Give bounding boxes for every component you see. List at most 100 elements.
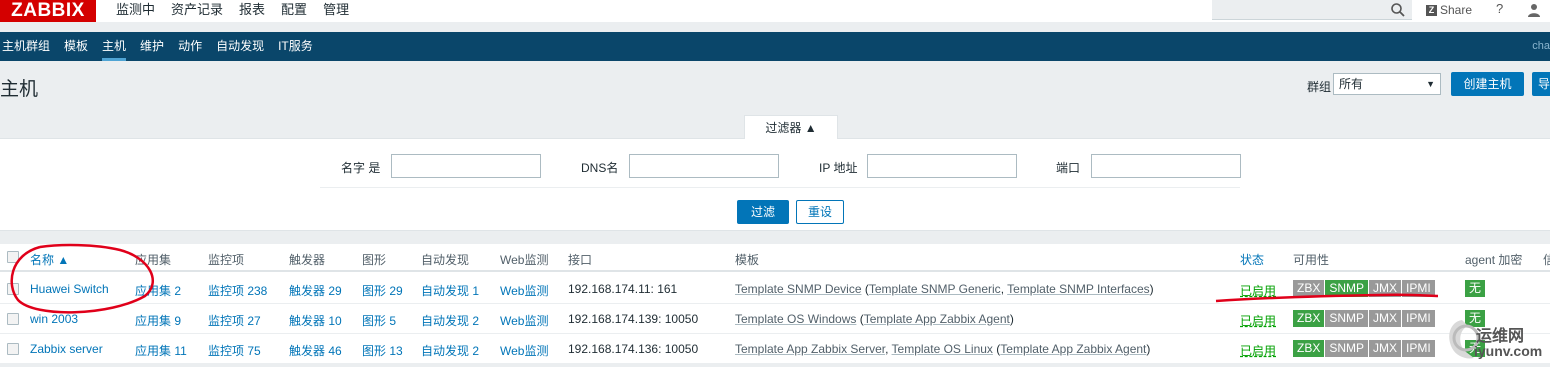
zbx-badge: ZBX <box>1293 340 1325 357</box>
submenu-templates[interactable]: 模板 <box>57 32 95 61</box>
submenu-host-groups[interactable]: 主机群组 <box>0 32 57 61</box>
share-label: Share <box>1440 3 1473 17</box>
filter-tab[interactable]: 过滤器 ▲ <box>744 115 838 139</box>
site-watermark: 运维网 iyunv.com <box>1444 316 1550 364</box>
import-button[interactable]: 导 <box>1532 72 1550 96</box>
discovery-link[interactable]: 自动发现 2 <box>421 312 479 329</box>
menu-configuration[interactable]: 配置 <box>273 0 315 22</box>
submenu-discovery[interactable]: 自动发现 <box>209 32 271 61</box>
applications-link[interactable]: 应用集 9 <box>135 312 181 329</box>
group-label: 群组 <box>1307 80 1332 94</box>
row-checkbox[interactable] <box>7 313 19 325</box>
templates-cell: Template OS Windows (Template App Zabbix… <box>735 312 1014 326</box>
items-link[interactable]: 监控项 75 <box>208 342 261 359</box>
submenu-hosts[interactable]: 主机 <box>95 32 133 61</box>
graphs-link[interactable]: 图形 5 <box>362 312 396 329</box>
availability-badges: ZBX SNMP JMX IPMI <box>1293 280 1435 297</box>
host-name-link[interactable]: Zabbix server <box>30 342 103 356</box>
column-availability: 可用性 <box>1293 253 1330 267</box>
group-select[interactable]: 所有 ▼ <box>1333 73 1441 95</box>
hosts-table: 名称 ▲ 应用集 监控项 触发器 图形 自动发现 Web监测 接口 模板 状态 … <box>0 244 1550 364</box>
column-status[interactable]: 状态 <box>1240 251 1264 268</box>
templates-cell: Template App Zabbix Server, Template OS … <box>735 342 1150 356</box>
table-header: 名称 ▲ 应用集 监控项 触发器 图形 自动发现 Web监测 接口 模板 状态 … <box>0 244 1550 272</box>
row-checkbox[interactable] <box>7 283 19 295</box>
column-applications: 应用集 <box>135 253 172 267</box>
row-checkbox[interactable] <box>7 343 19 355</box>
snmp-badge: SNMP <box>1325 280 1369 297</box>
create-host-button[interactable]: 创建主机 <box>1451 72 1524 96</box>
sub-menu: 主机群组 模板 主机 维护 动作 自动发现 IT服务 <box>0 32 320 61</box>
web-link[interactable]: Web监测 <box>500 342 548 359</box>
items-link[interactable]: 监控项 27 <box>208 312 261 329</box>
ip-filter-input[interactable] <box>867 154 1017 178</box>
template-paren: ( <box>861 282 869 296</box>
zabbix-logo[interactable]: ZABBIX <box>0 0 96 22</box>
share-link[interactable]: Z Share <box>1426 2 1472 18</box>
column-templates: 模板 <box>735 253 760 267</box>
menu-reports[interactable]: 报表 <box>231 0 273 22</box>
table-row: win 2003 应用集 9 监控项 27 触发器 10 图形 5 自动发现 2… <box>0 304 1550 334</box>
discovery-link[interactable]: 自动发现 2 <box>421 342 479 359</box>
web-link[interactable]: Web监测 <box>500 282 548 299</box>
host-name-link[interactable]: Huawei Switch <box>30 282 109 296</box>
table-row: Zabbix server 应用集 11 监控项 75 触发器 46 图形 13… <box>0 334 1550 364</box>
jmx-badge: JMX <box>1369 310 1402 327</box>
template-paren: ) <box>1149 282 1154 296</box>
help-button[interactable]: ? <box>1496 1 1503 16</box>
submenu-it-services[interactable]: IT服务 <box>271 32 320 61</box>
template-paren: ) <box>1146 342 1151 356</box>
status-toggle[interactable]: 已启用 <box>1240 312 1276 329</box>
column-name[interactable]: 名称 ▲ <box>30 251 69 268</box>
name-filter-input[interactable] <box>391 154 541 178</box>
template-link[interactable]: Template App Zabbix Server <box>735 342 885 356</box>
menu-administration[interactable]: 管理 <box>315 0 357 22</box>
column-graphs: 图形 <box>362 253 387 267</box>
search-input[interactable] <box>1212 0 1412 20</box>
web-link[interactable]: Web监测 <box>500 312 548 329</box>
template-link[interactable]: Template SNMP Interfaces <box>1007 282 1150 296</box>
ipmi-badge: IPMI <box>1402 280 1435 297</box>
column-discovery: 自动发现 <box>421 253 470 267</box>
host-name-link[interactable]: win 2003 <box>30 312 78 326</box>
menu-monitoring[interactable]: 监测中 <box>108 0 163 22</box>
availability-badges: ZBX SNMP JMX IPMI <box>1293 340 1435 357</box>
port-filter-input[interactable] <box>1091 154 1241 178</box>
template-link[interactable]: Template App Zabbix Agent <box>1000 342 1146 356</box>
applications-link[interactable]: 应用集 2 <box>135 282 181 299</box>
template-link[interactable]: Template OS Windows <box>735 312 856 326</box>
triggers-link[interactable]: 触发器 29 <box>289 282 342 299</box>
discovery-link[interactable]: 自动发现 1 <box>421 282 479 299</box>
user-profile-icon[interactable] <box>1527 3 1541 17</box>
template-link[interactable]: Template OS Linux <box>892 342 993 356</box>
dns-filter-input[interactable] <box>629 154 779 178</box>
zbx-badge: ZBX <box>1293 280 1325 297</box>
group-select-value: 所有 <box>1339 77 1364 91</box>
menu-inventory[interactable]: 资产记录 <box>163 0 231 22</box>
template-link[interactable]: Template App Zabbix Agent <box>864 312 1010 326</box>
graphs-link[interactable]: 图形 13 <box>362 342 403 359</box>
reset-button[interactable]: 重设 <box>796 200 844 224</box>
items-link[interactable]: 监控项 238 <box>208 282 267 299</box>
filter-button[interactable]: 过滤 <box>737 200 789 224</box>
applications-link[interactable]: 应用集 11 <box>135 342 187 359</box>
column-info: 信 <box>1543 253 1550 267</box>
name-filter-label: 名字 是 <box>341 161 381 175</box>
status-toggle[interactable]: 已启用 <box>1240 282 1276 299</box>
snmp-badge: SNMP <box>1325 340 1369 357</box>
zbx-badge: ZBX <box>1293 310 1325 327</box>
column-encryption: agent 加密 <box>1465 253 1523 267</box>
submenu-maintenance[interactable]: 维护 <box>133 32 171 61</box>
template-link[interactable]: Template SNMP Device <box>735 282 862 296</box>
triggers-link[interactable]: 触发器 10 <box>289 312 342 329</box>
graphs-link[interactable]: 图形 29 <box>362 282 403 299</box>
dns-filter-label: DNS名 <box>581 161 619 175</box>
select-all-checkbox[interactable] <box>7 251 19 263</box>
template-paren: ) <box>1009 312 1014 326</box>
search-icon[interactable] <box>1390 2 1406 18</box>
submenu-actions[interactable]: 动作 <box>171 32 209 61</box>
status-toggle[interactable]: 已启用 <box>1240 342 1276 359</box>
triggers-link[interactable]: 触发器 46 <box>289 342 342 359</box>
template-link[interactable]: Template SNMP Generic <box>869 282 1001 296</box>
port-filter-label: 端口 <box>1056 161 1081 175</box>
